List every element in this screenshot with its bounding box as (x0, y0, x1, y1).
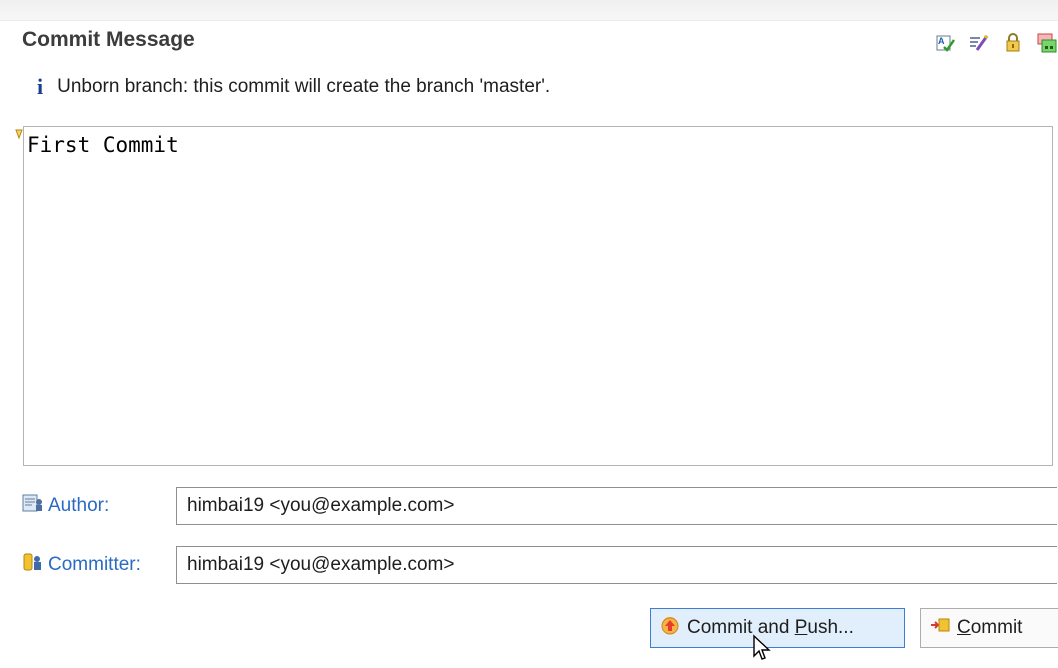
commit-push-icon (659, 614, 681, 642)
commit-label: Commit (957, 617, 1023, 638)
committer-row: Committer: himbai19 <you@example.com> (22, 546, 1057, 584)
info-icon: i (37, 74, 44, 99)
lock-icon[interactable] (1002, 31, 1024, 53)
committer-icon (22, 552, 44, 578)
message-toolbar: A (934, 30, 1058, 54)
commit-and-push-button[interactable]: Commit and Push... (650, 608, 905, 648)
section-title: Commit Message (22, 28, 195, 51)
committer-label[interactable]: Committer: (22, 552, 176, 578)
top-strip (0, 0, 1058, 21)
signoff-icon[interactable] (1036, 31, 1058, 53)
author-label[interactable]: Author: (22, 493, 176, 519)
mouse-pointer-icon (752, 634, 774, 663)
author-icon (22, 493, 44, 519)
committer-field[interactable]: himbai19 <you@example.com> (176, 546, 1057, 584)
commit-message-input[interactable]: First Commit (23, 126, 1053, 466)
commit-button[interactable]: Commit (920, 608, 1058, 648)
committer-label-text: Committer: (48, 554, 141, 575)
info-message: i Unborn branch: this commit will create… (37, 76, 550, 98)
author-label-text: Author: (48, 495, 110, 516)
svg-text:A: A (938, 36, 945, 46)
author-row: Author: himbai19 <you@example.com> (22, 487, 1057, 525)
spell-check-icon[interactable]: A (934, 31, 956, 53)
commit-icon (929, 614, 951, 642)
info-text: Unborn branch: this commit will create t… (57, 76, 551, 97)
author-field[interactable]: himbai19 <you@example.com> (176, 487, 1057, 525)
format-message-icon[interactable] (968, 31, 990, 53)
